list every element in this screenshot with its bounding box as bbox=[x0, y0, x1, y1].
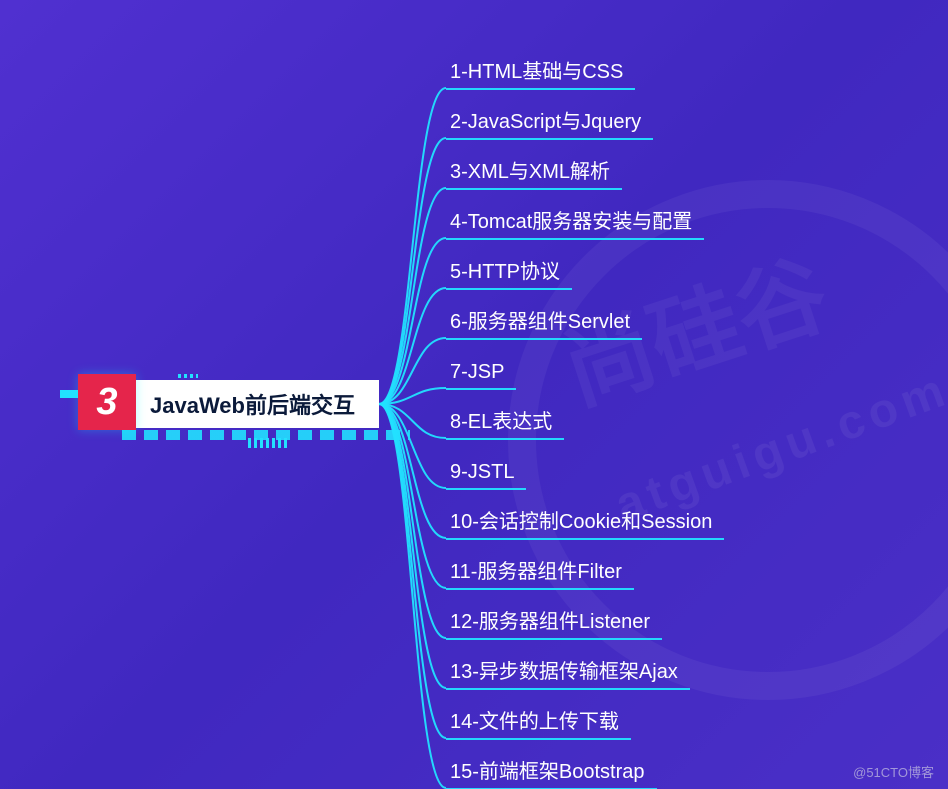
child-label: 4-Tomcat服务器安装与配置 bbox=[450, 205, 692, 234]
child-node: 8-EL表达式 bbox=[450, 390, 712, 440]
child-label: 11-服务器组件Filter bbox=[450, 555, 622, 584]
child-node: 11-服务器组件Filter bbox=[450, 540, 712, 590]
child-node: 3-XML与XML解析 bbox=[450, 140, 712, 190]
child-node: 4-Tomcat服务器安装与配置 bbox=[450, 190, 712, 240]
child-node: 7-JSP bbox=[450, 340, 712, 390]
child-node: 15-前端框架Bootstrap bbox=[450, 740, 712, 789]
child-node: 1-HTML基础与CSS bbox=[450, 40, 712, 90]
child-label: 1-HTML基础与CSS bbox=[450, 55, 623, 84]
root-tick-top bbox=[178, 374, 198, 378]
root-number-badge: 3 bbox=[78, 374, 136, 430]
child-node: 12-服务器组件Listener bbox=[450, 590, 712, 640]
root-title-box: JavaWeb前后端交互 bbox=[122, 380, 379, 428]
child-label: 3-XML与XML解析 bbox=[450, 155, 610, 184]
child-label: 12-服务器组件Listener bbox=[450, 605, 650, 634]
child-label: 5-HTTP协议 bbox=[450, 255, 560, 284]
child-label: 14-文件的上传下载 bbox=[450, 705, 619, 734]
child-node: 10-会话控制Cookie和Session bbox=[450, 490, 712, 540]
child-node: 2-JavaScript与Jquery bbox=[450, 90, 712, 140]
footer-watermark: @51CTO博客 bbox=[853, 762, 934, 781]
child-node: 14-文件的上传下载 bbox=[450, 690, 712, 740]
child-label: 8-EL表达式 bbox=[450, 405, 552, 434]
root-number: 3 bbox=[96, 381, 117, 424]
child-node: 13-异步数据传输框架Ajax bbox=[450, 640, 712, 690]
child-node: 6-服务器组件Servlet bbox=[450, 290, 712, 340]
child-label: 6-服务器组件Servlet bbox=[450, 305, 630, 334]
child-label: 9-JSTL bbox=[450, 461, 514, 484]
child-label: 10-会话控制Cookie和Session bbox=[450, 505, 712, 534]
root-title: JavaWeb前后端交互 bbox=[150, 388, 355, 420]
child-label: 15-前端框架Bootstrap bbox=[450, 755, 645, 784]
child-label: 7-JSP bbox=[450, 361, 504, 384]
child-node: 9-JSTL bbox=[450, 440, 712, 490]
child-node: 5-HTTP协议 bbox=[450, 240, 712, 290]
child-label: 2-JavaScript与Jquery bbox=[450, 105, 641, 134]
root-tick-bottom bbox=[248, 438, 288, 448]
children-container: 1-HTML基础与CSS 2-JavaScript与Jquery 3-XML与XML… bbox=[450, 40, 712, 789]
child-label: 13-异步数据传输框架Ajax bbox=[450, 655, 678, 684]
